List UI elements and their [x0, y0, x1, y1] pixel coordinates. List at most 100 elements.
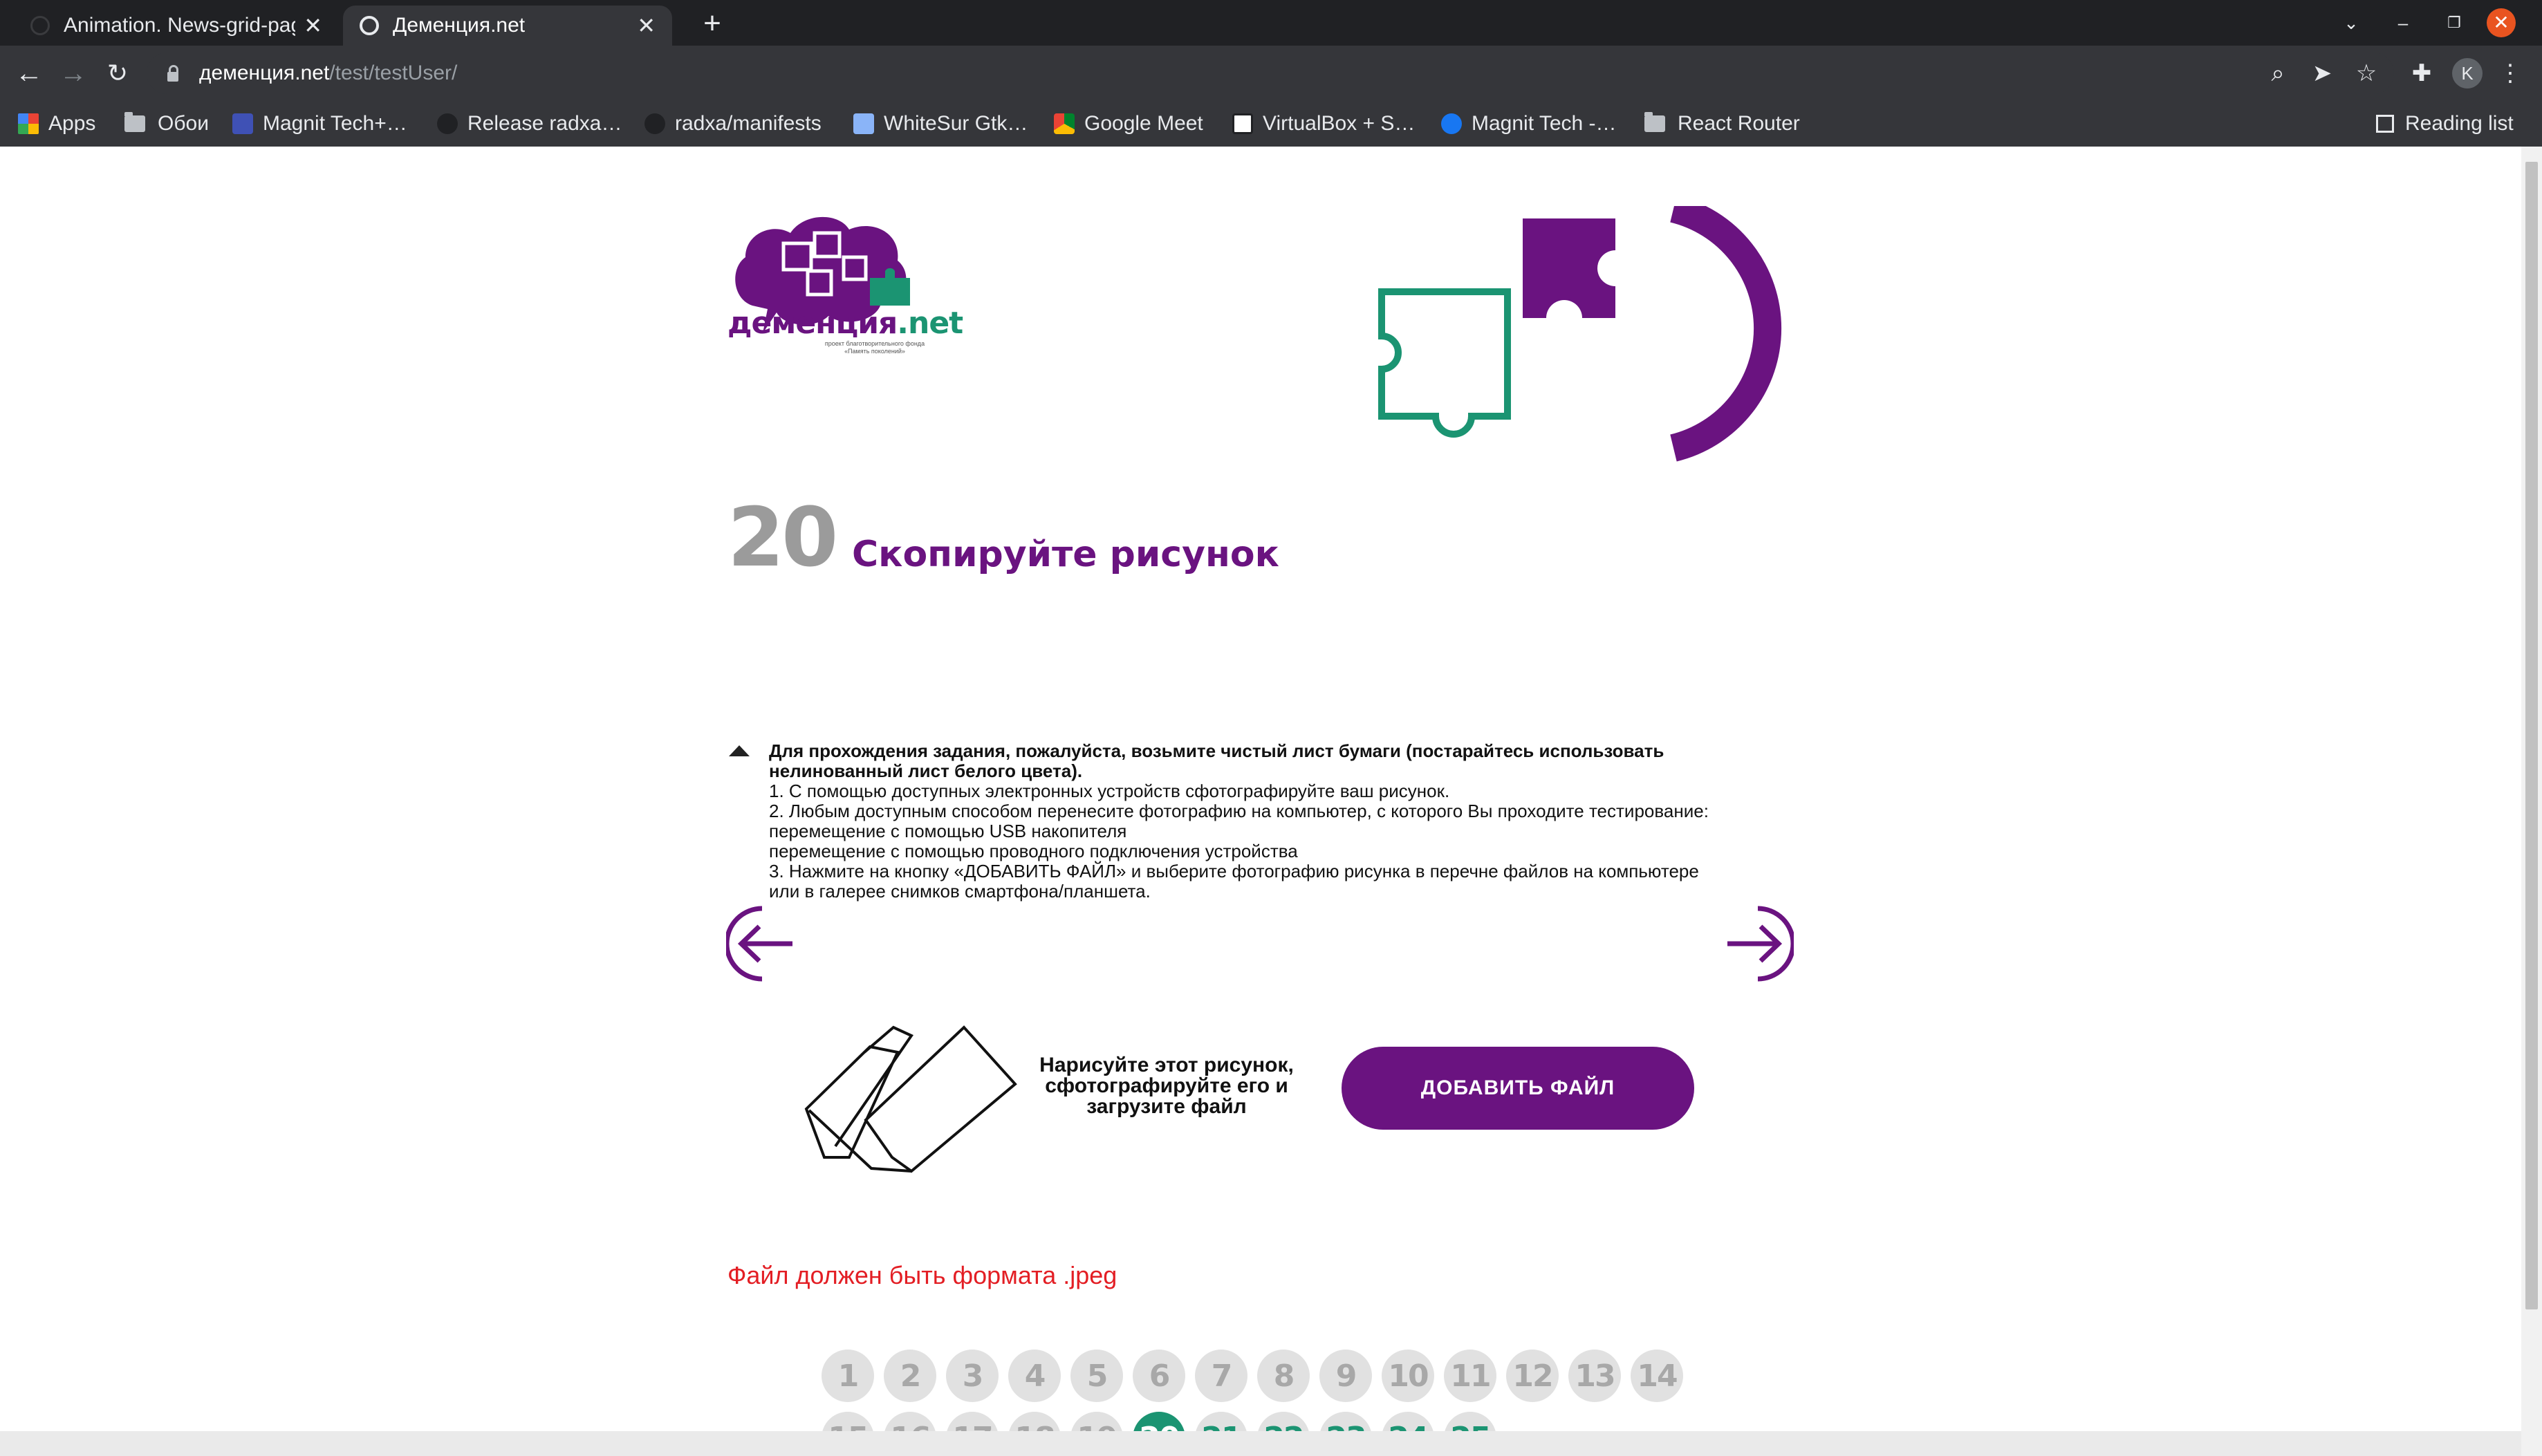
page-number-24[interactable]: 24	[1382, 1412, 1434, 1431]
page-number-6[interactable]: 6	[1133, 1350, 1185, 1402]
close-tab-icon[interactable]: ✕	[637, 12, 656, 39]
close-window-icon[interactable]: ✕	[2487, 8, 2516, 37]
toolbar: ← → ↻ деменция.net/test/testUser/ ⌕ ➤ ☆ …	[0, 46, 2542, 101]
reading-list-button[interactable]: Reading list	[2376, 108, 2514, 140]
page-number-10[interactable]: 10	[1382, 1350, 1434, 1402]
bookmark-radxa-manifests[interactable]: radxa/manifests	[644, 108, 822, 140]
question-number: 20	[727, 489, 838, 585]
bookmark-label: Release radxa…	[467, 112, 622, 135]
globe-icon	[360, 16, 379, 35]
page-number-16[interactable]: 16	[884, 1412, 936, 1431]
page-number-13[interactable]: 13	[1568, 1350, 1621, 1402]
add-file-button[interactable]: ДОБАВИТЬ ФАЙЛ	[1342, 1047, 1694, 1130]
prev-arrow-icon[interactable]	[726, 906, 794, 982]
tab-dementia[interactable]: Деменция.net ✕	[343, 6, 672, 46]
page-number-25[interactable]: 25	[1444, 1412, 1496, 1431]
instruction-line: 2. Любым доступным способом перенесите ф…	[769, 801, 1709, 821]
instruction-line: перемещение с помощью USB накопителя	[769, 821, 1127, 841]
address-bar[interactable]: деменция.net/test/testUser/	[147, 53, 2394, 94]
minimize-icon[interactable]: –	[2386, 12, 2420, 34]
bookmark-star-icon[interactable]: ☆	[2347, 54, 2386, 93]
folder-icon	[124, 112, 145, 132]
tab-animation[interactable]: Animation. News-grid-pag ✕	[14, 6, 339, 46]
menu-icon[interactable]: ⋮	[2491, 54, 2530, 93]
avatar[interactable]: K	[2452, 58, 2483, 88]
bookmark-label: Magnit Tech -…	[1472, 112, 1617, 135]
bookmark-google-meet[interactable]: Google Meet	[1054, 108, 1203, 140]
tab-search-icon[interactable]: ⌄	[2330, 12, 2372, 34]
close-tab-icon[interactable]: ✕	[304, 12, 322, 39]
bookmark-magnit-tech[interactable]: Magnit Tech+…	[232, 108, 407, 140]
page-number-22[interactable]: 22	[1257, 1412, 1310, 1431]
page-number-21[interactable]: 21	[1195, 1412, 1247, 1431]
restore-icon[interactable]: ❐	[2437, 14, 2471, 32]
page-number-20[interactable]: 20	[1133, 1412, 1185, 1431]
reading-list-label: Reading list	[2405, 112, 2514, 135]
github-icon	[644, 113, 665, 134]
github-icon	[437, 113, 458, 134]
bookmark-whitesur[interactable]: WhiteSur Gtk…	[853, 108, 1028, 140]
bookmark-label: radxa/manifests	[675, 112, 822, 135]
reload-icon[interactable]: ↻	[98, 54, 137, 93]
page-number-8[interactable]: 8	[1257, 1350, 1310, 1402]
meet-icon	[1054, 113, 1075, 134]
bookmark-label: Magnit Tech+…	[263, 112, 407, 135]
page-number-1[interactable]: 1	[822, 1350, 874, 1402]
page-number-15[interactable]: 15	[822, 1412, 874, 1431]
extensions-icon[interactable]: ✚	[2402, 54, 2441, 93]
page-number-17[interactable]: 17	[946, 1412, 999, 1431]
page-number-2[interactable]: 2	[884, 1350, 936, 1402]
collapse-triangle-icon[interactable]	[729, 745, 750, 756]
github-icon	[30, 16, 50, 35]
back-icon[interactable]: ←	[10, 54, 48, 93]
send-icon[interactable]: ➤	[2303, 54, 2341, 93]
page-number-9[interactable]: 9	[1319, 1350, 1372, 1402]
page-number-3[interactable]: 3	[946, 1350, 999, 1402]
page-number-5[interactable]: 5	[1070, 1350, 1123, 1402]
page-number-14[interactable]: 14	[1631, 1350, 1683, 1402]
new-tab-button[interactable]: +	[692, 6, 733, 41]
tab-strip: Animation. News-grid-pag ✕ Деменция.net …	[0, 0, 2542, 46]
browser-chrome: Animation. News-grid-pag ✕ Деменция.net …	[0, 0, 2542, 147]
task-instruction-text: Нарисуйте этот рисунок, сфотографируйте …	[1039, 1054, 1294, 1118]
bookmark-virtualbox[interactable]: VirtualBox + S…	[1232, 108, 1415, 140]
bookmark-label: Обои	[158, 112, 209, 135]
bookmark-label: Apps	[48, 112, 96, 135]
url-text[interactable]: деменция.net/test/testUser/	[199, 62, 457, 85]
tab-title: Animation. News-grid-pag	[64, 14, 296, 37]
forward-icon[interactable]: →	[54, 54, 93, 93]
bookmark-label: React Router	[1678, 112, 1800, 135]
bookmark-apps[interactable]: Apps	[18, 108, 95, 140]
page-number-23[interactable]: 23	[1319, 1412, 1372, 1431]
bookmark-oboi[interactable]: Обои	[124, 108, 209, 140]
page-number-7[interactable]: 7	[1195, 1350, 1247, 1402]
page-number-18[interactable]: 18	[1008, 1412, 1061, 1431]
vertical-scrollbar[interactable]	[2521, 147, 2542, 1456]
apps-grid-icon	[18, 113, 39, 134]
instructions-lead: Для прохождения задания, пожалуйста, воз…	[769, 740, 1664, 761]
bookmark-label: WhiteSur Gtk…	[884, 112, 1028, 135]
instruction-line: перемещение с помощью проводного подключ…	[769, 841, 1298, 861]
instructions-lead: нелинованный лист белого цвета).	[769, 760, 1083, 781]
brand-name[interactable]: деменция.net	[727, 306, 963, 341]
zoom-search-icon[interactable]: ⌕	[2258, 54, 2297, 93]
task-figure-image	[804, 1025, 1017, 1173]
reading-list-icon	[2376, 115, 2394, 133]
horizontal-scrollbar[interactable]	[0, 1431, 2521, 1456]
bookmark-react-router[interactable]: React Router	[1644, 108, 1800, 140]
next-arrow-icon[interactable]	[1726, 906, 1794, 982]
folder-icon	[1644, 112, 1665, 132]
bookmark-magnit-tech-fb[interactable]: Magnit Tech -…	[1441, 108, 1617, 140]
it-icon	[232, 113, 253, 134]
bookmark-label: Google Meet	[1084, 112, 1203, 135]
question-title: Скопируйте рисунок	[852, 534, 1279, 575]
page-number-12[interactable]: 12	[1506, 1350, 1559, 1402]
page-number-19[interactable]: 19	[1070, 1412, 1123, 1431]
page-number-11[interactable]: 11	[1444, 1350, 1496, 1402]
page-number-4[interactable]: 4	[1008, 1350, 1061, 1402]
instructions: Для прохождения задания, пожалуйста, воз…	[769, 741, 1779, 902]
instruction-line: 3. Нажмите на кнопку «ДОБАВИТЬ ФАЙЛ» и в…	[769, 861, 1699, 881]
instruction-line: или в галерее снимков смартфона/планшета…	[769, 881, 1151, 902]
bookmark-release-radxa[interactable]: Release radxa…	[437, 108, 622, 140]
scrollbar-thumb[interactable]	[2525, 162, 2538, 1309]
